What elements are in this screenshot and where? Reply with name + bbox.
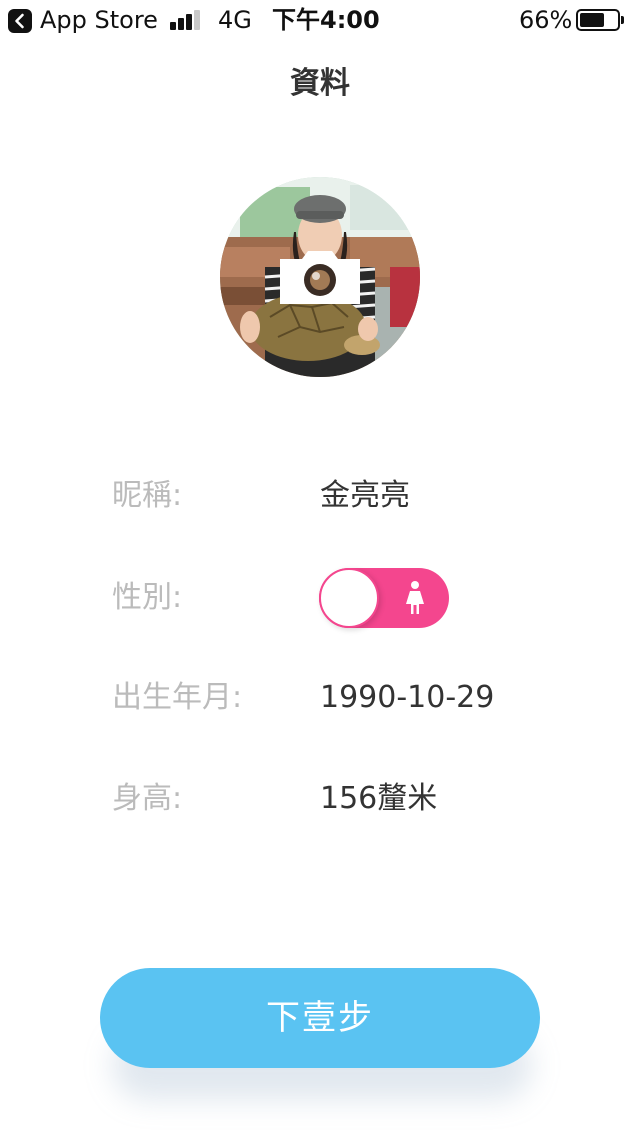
next-step-button[interactable]: 下壹步	[100, 968, 540, 1068]
gender-label: 性別:	[112, 580, 183, 615]
profile-screen: App Store 4G 下午4:00 66% 資料 昵稱: 金亮亮 性別: 出…	[0, 0, 640, 1136]
height-value[interactable]: 156釐米	[320, 779, 437, 819]
battery-icon	[576, 9, 620, 31]
nickname-value[interactable]: 金亮亮	[320, 476, 410, 516]
battery-tip	[621, 16, 624, 24]
back-arrow-icon[interactable]	[8, 9, 32, 33]
battery-level	[580, 13, 604, 27]
network-type: 4G	[218, 6, 252, 34]
page-title: 資料	[290, 66, 350, 101]
back-to-app-label[interactable]: App Store	[40, 6, 158, 34]
gender-toggle[interactable]	[319, 568, 449, 628]
clock: 下午4:00	[272, 6, 380, 34]
gender-toggle-knob[interactable]	[319, 568, 379, 628]
camera-icon[interactable]	[280, 249, 360, 304]
nickname-label: 昵稱:	[112, 478, 183, 513]
signal-icon	[170, 10, 202, 30]
birthdate-value[interactable]: 1990-10-29	[320, 678, 494, 718]
female-icon	[403, 580, 427, 616]
status-bar: App Store 4G 下午4:00 66%	[0, 0, 640, 40]
birthdate-label: 出生年月:	[112, 680, 243, 715]
height-label: 身高:	[112, 781, 183, 816]
battery-percent: 66%	[519, 6, 573, 34]
